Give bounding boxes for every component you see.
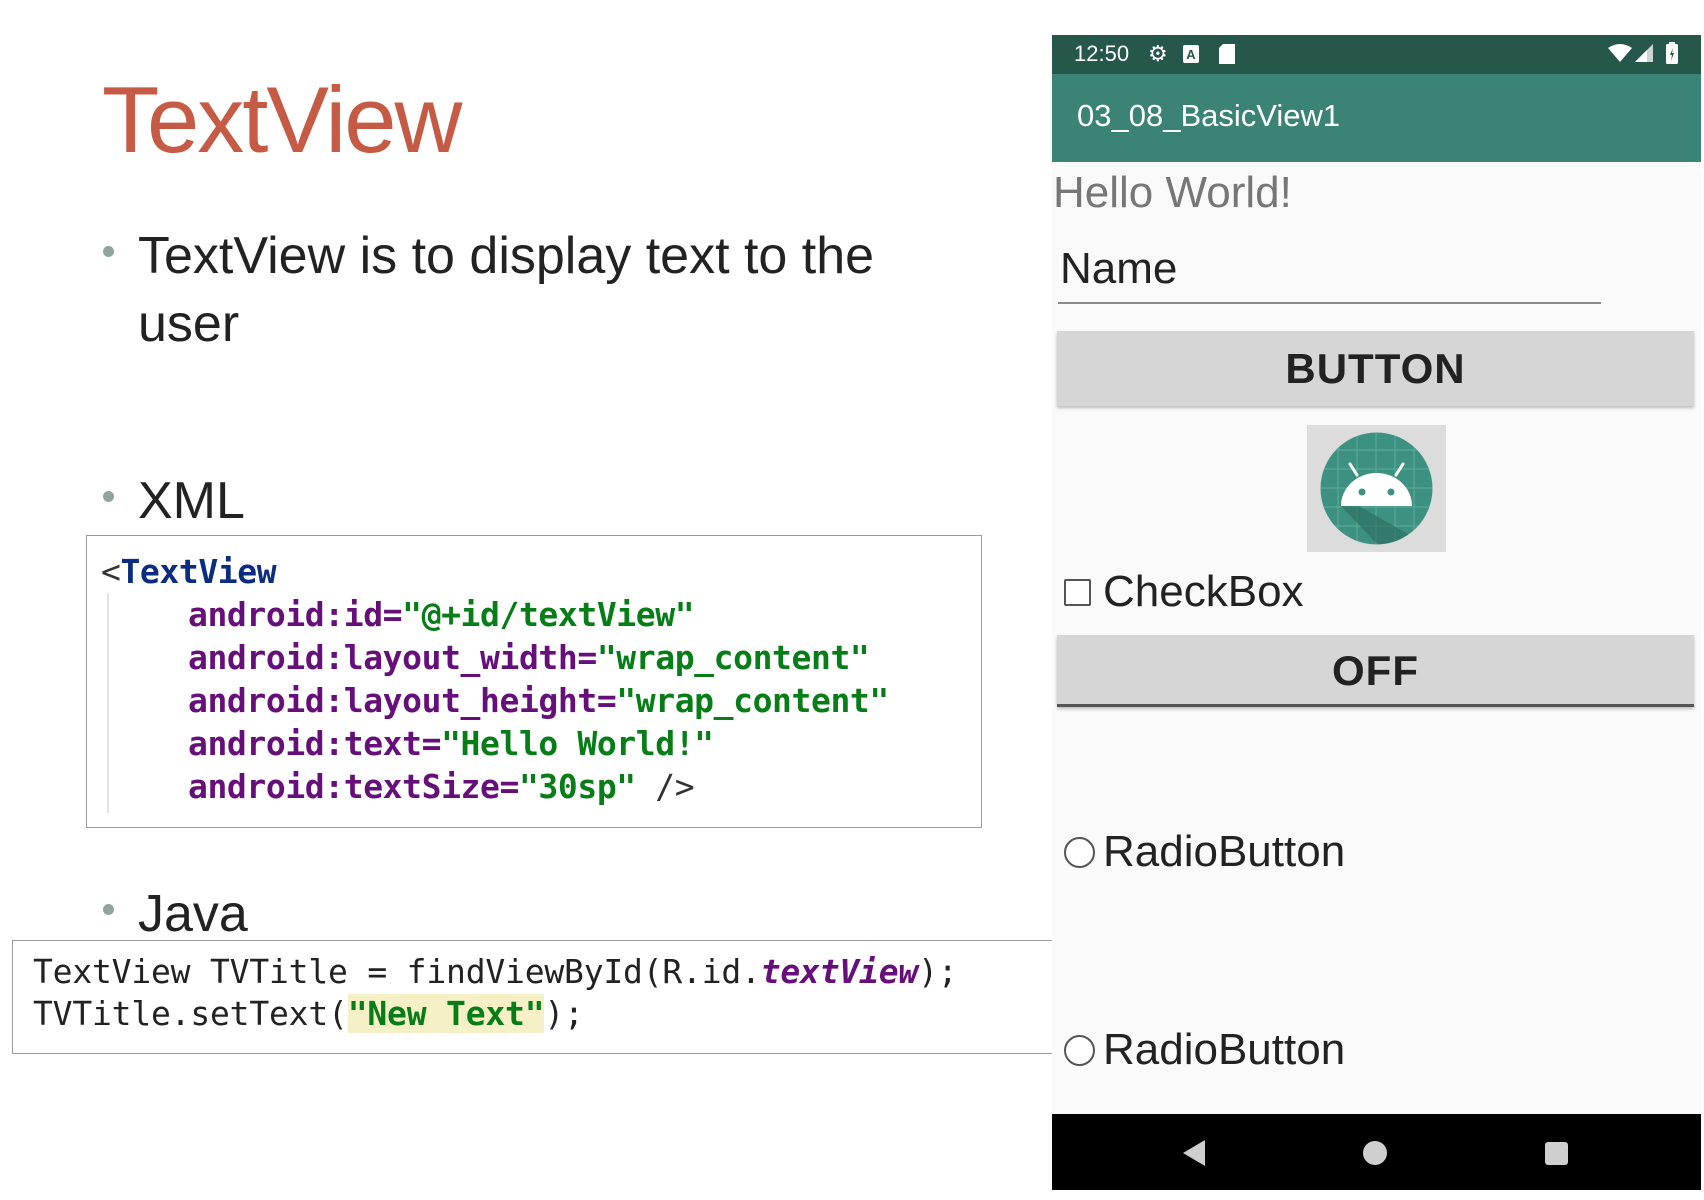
- bullet-text-line2: user: [138, 295, 240, 353]
- status-bar: 12:50 ⚙ A: [1052, 35, 1701, 74]
- radio-label: RadioButton: [1103, 1025, 1346, 1074]
- java-code-block: TextView TVTitle = findViewById(R.id.tex…: [12, 940, 1055, 1054]
- wifi-icon: [1608, 44, 1632, 67]
- java-string-literal: "New Text": [347, 994, 545, 1033]
- svg-text:A: A: [1186, 47, 1196, 62]
- navigation-bar: [1052, 1114, 1701, 1190]
- xml-attr-value: "30sp": [518, 767, 636, 806]
- java-field-ref: textView: [760, 952, 919, 991]
- checkbox-label: CheckBox: [1103, 567, 1304, 616]
- xml-attr-name: android:textSize=: [188, 767, 519, 806]
- radio-circle[interactable]: [1064, 1035, 1095, 1066]
- bullet-text-line1: TextView is to display text to the: [138, 227, 875, 285]
- bullet-text: Java: [138, 885, 248, 943]
- xml-attr-line: android:layout_width="wrap_content": [188, 636, 870, 679]
- toggle-button[interactable]: OFF: [1057, 635, 1694, 707]
- signal-icon: [1635, 44, 1653, 67]
- xml-attr-value: "@+id/textView": [402, 595, 695, 634]
- java-code-text: );: [544, 994, 584, 1033]
- gear-icon: ⚙: [1148, 41, 1168, 66]
- xml-attr-line: android:text="Hello World!": [188, 722, 714, 765]
- name-edit-text[interactable]: Name: [1058, 240, 1601, 304]
- a-icon: A: [1183, 45, 1199, 68]
- bullet-text: XML: [138, 472, 245, 530]
- xml-attr-line: android:id="@+id/textView": [188, 593, 695, 636]
- xml-attr-value: "Hello World!": [441, 724, 714, 763]
- xml-tag-name: TextView: [120, 552, 277, 591]
- name-edit-text-value: Name: [1060, 244, 1178, 293]
- xml-attr-line: android:textSize="30sp" />: [188, 765, 695, 808]
- bullet-dot: [103, 491, 114, 502]
- xml-attr-name: android:id=: [188, 595, 403, 634]
- phone-screen: 12:50 ⚙ A 03_08_BasicView1 Hello World! …: [1052, 35, 1701, 1190]
- java-code-text: TextView TVTitle = findViewById(R.id.: [33, 952, 761, 991]
- xml-open-bracket: <: [101, 552, 121, 591]
- radio-label: RadioButton: [1103, 827, 1346, 876]
- home-icon[interactable]: [1363, 1141, 1387, 1165]
- image-view: [1307, 425, 1446, 552]
- xml-attr-name: android:layout_height=: [188, 681, 617, 720]
- xml-self-close: />: [635, 767, 695, 806]
- bullet-dot: [103, 904, 114, 915]
- android-logo-icon: [1320, 432, 1433, 545]
- java-code-text: TVTitle.setText(: [33, 994, 348, 1033]
- sd-card-icon: [1219, 44, 1235, 69]
- app-title: 03_08_BasicView1: [1077, 98, 1341, 133]
- checkbox-box[interactable]: [1064, 579, 1091, 606]
- java-code-line: TextView TVTitle = findViewById(R.id.tex…: [33, 951, 958, 993]
- java-code-text: );: [918, 952, 958, 991]
- battery-icon: [1666, 42, 1678, 69]
- xml-code-block: <TextView android:id="@+id/textView" and…: [86, 535, 982, 828]
- xml-attr-value: "wrap_content": [596, 638, 870, 677]
- slide-title: TextView: [102, 67, 462, 172]
- java-code-line: TVTitle.setText("New Text");: [33, 993, 584, 1035]
- radio-circle[interactable]: [1064, 837, 1095, 868]
- xml-attr-line: android:layout_height="wrap_content": [188, 679, 889, 722]
- xml-attr-name: android:text=: [188, 724, 442, 763]
- recents-icon[interactable]: [1545, 1142, 1568, 1165]
- bullet-dot: [103, 246, 114, 257]
- xml-attr-name: android:layout_width=: [188, 638, 597, 677]
- xml-tag-line: <TextView: [101, 550, 277, 593]
- main-button[interactable]: BUTTON: [1057, 331, 1694, 406]
- status-time: 12:50: [1074, 41, 1130, 66]
- app-bar: 03_08_BasicView1: [1052, 74, 1701, 162]
- xml-attr-value: "wrap_content": [616, 681, 889, 720]
- back-icon[interactable]: [1183, 1140, 1205, 1166]
- indent-guide: [107, 593, 109, 813]
- hello-text-view: Hello World!: [1053, 168, 1292, 217]
